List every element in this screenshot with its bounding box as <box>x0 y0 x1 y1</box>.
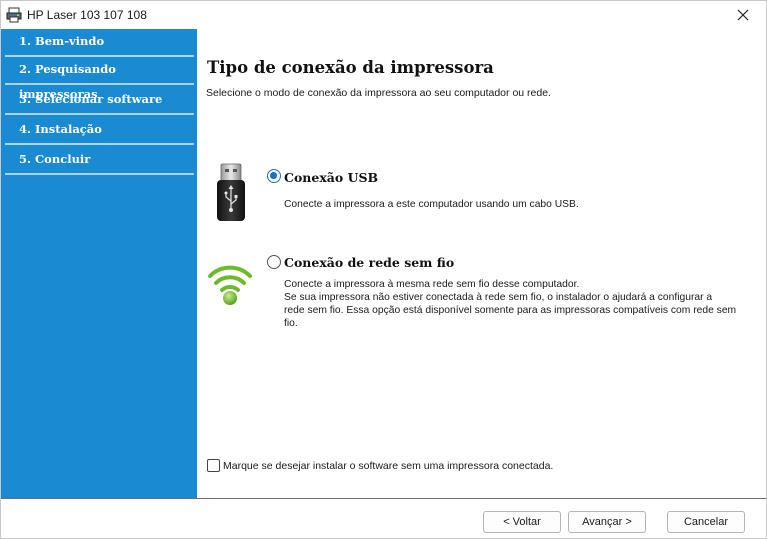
printer-app-icon <box>6 7 22 23</box>
wireless-connection-label[interactable]: Conexão de rede sem fio <box>284 255 454 270</box>
page-title: Tipo de conexão da impressora <box>207 58 494 77</box>
title-bar: HP Laser 103 107 108 <box>1 1 766 29</box>
install-without-printer-label[interactable]: Marque se desejar instalar o software se… <box>223 460 553 472</box>
installer-window: HP Laser 103 107 108 1. Bem-vindo 2. Pes… <box>0 0 767 539</box>
close-icon <box>737 9 749 21</box>
next-button[interactable]: Avançar > <box>568 511 646 533</box>
usb-icon <box>215 163 247 227</box>
wifi-icon <box>207 262 253 312</box>
back-button[interactable]: < Voltar <box>483 511 561 533</box>
window-title: HP Laser 103 107 108 <box>27 8 147 22</box>
usb-connection-label[interactable]: Conexão USB <box>284 170 378 185</box>
step-select-software: 3. Selecionar software <box>5 87 194 115</box>
main-content: Tipo de conexão da impressora Selecione … <box>197 29 766 498</box>
step-finish: 5. Concluir <box>5 147 194 175</box>
usb-connection-radio[interactable] <box>267 169 281 183</box>
install-without-printer-checkbox[interactable] <box>207 459 220 472</box>
cancel-button[interactable]: Cancelar <box>667 511 745 533</box>
step-welcome: 1. Bem-vindo <box>5 29 194 57</box>
step-search-printers: 2. Pesquisando impressoras <box>5 57 194 101</box>
page-subtitle: Selecione o modo de conexão da impressor… <box>206 87 551 99</box>
steps-sidebar: 1. Bem-vindo 2. Pesquisando impressoras … <box>1 29 197 498</box>
wireless-connection-radio[interactable] <box>267 255 281 269</box>
install-without-printer-row[interactable]: Marque se desejar instalar o software se… <box>207 459 553 472</box>
usb-connection-description: Conecte a impressora a este computador u… <box>284 199 579 210</box>
wireless-connection-description: Conecte a impressora à mesma rede sem fi… <box>284 279 737 329</box>
close-button[interactable] <box>720 1 766 29</box>
step-installation: 4. Instalação <box>5 117 194 145</box>
footer-bar: < Voltar Avançar > Cancelar <box>1 498 766 538</box>
